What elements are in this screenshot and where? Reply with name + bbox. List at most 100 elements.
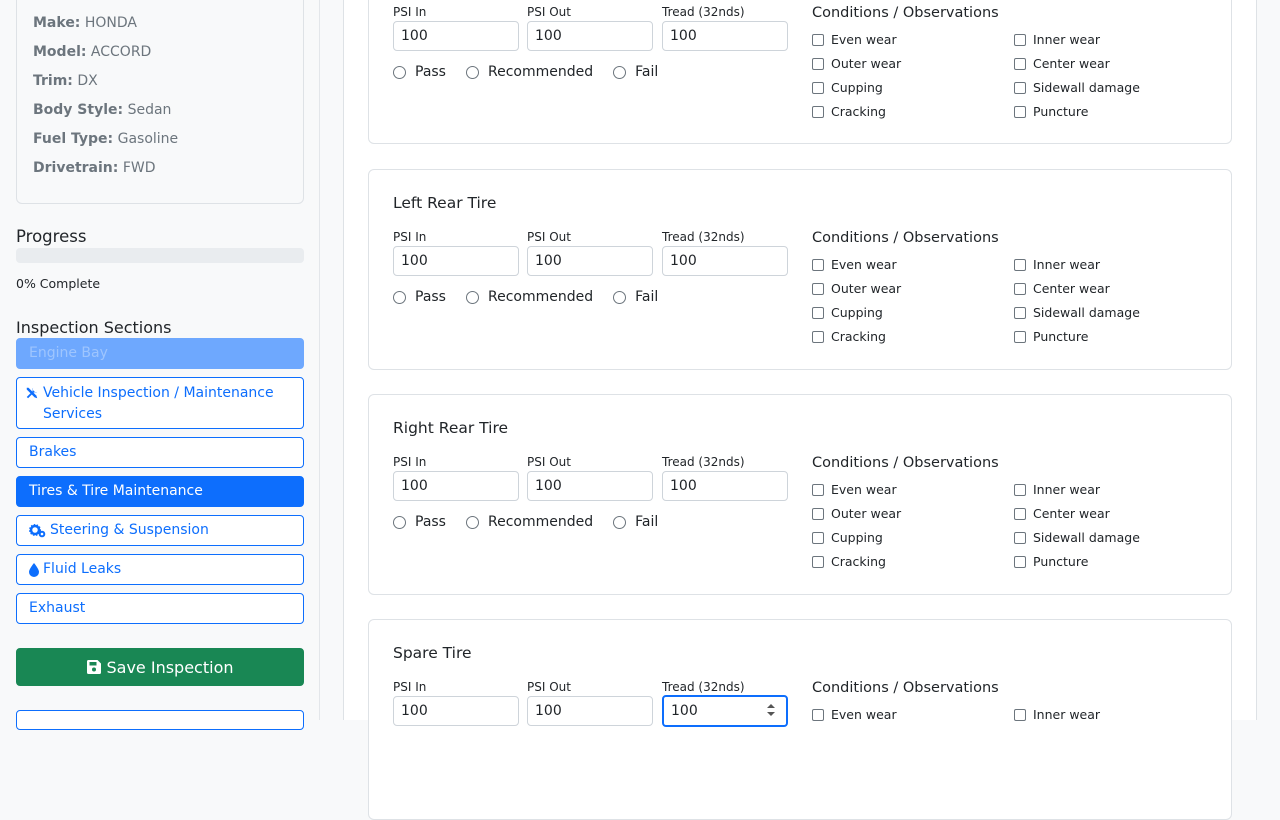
checkbox-label: Sidewall damage xyxy=(1033,80,1140,95)
body-label: Body Style: xyxy=(33,102,124,118)
checkbox-box xyxy=(812,330,824,343)
recommended-label: Recommended xyxy=(487,289,594,305)
checkbox-label: Cupping xyxy=(831,305,883,320)
make-label: Make: xyxy=(33,15,81,31)
section-fluid-leaks[interactable]: Fluid Leaks xyxy=(16,554,304,585)
psi-out-input[interactable] xyxy=(527,696,653,726)
tread-input[interactable] xyxy=(662,471,788,501)
outer-wear-checkbox[interactable]: Outer wear xyxy=(812,281,901,296)
psi-in-input[interactable] xyxy=(393,471,519,501)
section-label: Engine Bay xyxy=(29,345,108,361)
progress-bar xyxy=(16,248,304,263)
psi-in-input[interactable] xyxy=(393,246,519,276)
vehicle-fuel-row: Fuel Type: Gasoline xyxy=(33,131,178,147)
section-exhaust[interactable]: Exhaust xyxy=(16,593,304,624)
tread-label: Tread (32nds) xyxy=(662,455,745,469)
center-wear-checkbox[interactable]: Center wear xyxy=(1014,281,1110,296)
recommended-radio[interactable]: Recommended xyxy=(465,289,594,305)
section-label: Exhaust xyxy=(29,600,86,616)
sidewall-damage-checkbox[interactable]: Sidewall damage xyxy=(1014,530,1140,545)
puncture-checkbox[interactable]: Puncture xyxy=(1014,104,1088,119)
vehicle-info-card: Make: HONDA Model: ACCORD Trim: DX Body … xyxy=(16,0,304,204)
outer-wear-checkbox[interactable]: Outer wear xyxy=(812,56,901,71)
conditions-title: Conditions / Observations xyxy=(812,680,999,696)
cracking-checkbox[interactable]: Cracking xyxy=(812,104,886,119)
radio-circle xyxy=(465,65,479,79)
psi-in-label: PSI In xyxy=(393,5,427,19)
psi-out-input[interactable] xyxy=(527,21,653,51)
checkbox-label: Cracking xyxy=(831,329,886,344)
section-tires[interactable]: Tires & Tire Maintenance xyxy=(16,476,304,507)
pass-radio[interactable]: Pass xyxy=(393,289,446,305)
cupping-checkbox[interactable]: Cupping xyxy=(812,305,883,320)
psi-out-input[interactable] xyxy=(527,246,653,276)
section-label: Brakes xyxy=(29,444,77,460)
checkbox-box xyxy=(812,105,824,118)
drive-value: FWD xyxy=(122,160,156,176)
inner-wear-checkbox[interactable]: Inner wear xyxy=(1014,257,1100,272)
recommended-label: Recommended xyxy=(487,514,594,530)
fail-radio[interactable]: Fail xyxy=(613,514,658,530)
even-wear-checkbox[interactable]: Even wear xyxy=(812,482,897,497)
checkbox-box xyxy=(1014,708,1026,721)
fail-label: Fail xyxy=(635,514,659,530)
checkbox-box xyxy=(1014,258,1026,271)
checkbox-box xyxy=(812,708,824,721)
save-inspection-button[interactable]: Save Inspection xyxy=(16,648,304,686)
psi-in-label: PSI In xyxy=(393,680,427,694)
inner-wear-checkbox[interactable]: Inner wear xyxy=(1014,482,1100,497)
inner-wear-checkbox[interactable]: Inner wear xyxy=(1014,32,1100,47)
sidewall-damage-checkbox[interactable]: Sidewall damage xyxy=(1014,80,1140,95)
psi-out-input[interactable] xyxy=(527,471,653,501)
cupping-checkbox[interactable]: Cupping xyxy=(812,530,883,545)
pass-radio[interactable]: Pass xyxy=(393,514,446,530)
fail-radio[interactable]: Fail xyxy=(613,289,658,305)
sidewall-damage-checkbox[interactable]: Sidewall damage xyxy=(1014,305,1140,320)
recommended-radio[interactable]: Recommended xyxy=(465,64,593,80)
cracking-checkbox[interactable]: Cracking xyxy=(812,329,886,344)
puncture-checkbox[interactable]: Puncture xyxy=(1014,554,1088,569)
outer-wear-checkbox[interactable]: Outer wear xyxy=(812,506,901,521)
tread-input[interactable] xyxy=(662,246,788,276)
psi-in-input[interactable] xyxy=(393,21,519,51)
save-icon xyxy=(86,660,101,674)
radio-circle xyxy=(465,515,479,529)
section-vehicle-inspection[interactable]: Vehicle Inspection / Maintenance Service… xyxy=(16,377,304,429)
recommended-radio[interactable]: Recommended xyxy=(465,514,594,530)
tools-icon xyxy=(25,386,39,400)
center-wear-checkbox[interactable]: Center wear xyxy=(1014,506,1110,521)
conditions-title: Conditions / Observations xyxy=(812,5,999,21)
checkbox-box xyxy=(1014,555,1026,568)
radio-circle xyxy=(613,290,627,304)
pass-radio[interactable]: Pass xyxy=(393,64,446,80)
section-label: Vehicle Inspection / Maintenance Service… xyxy=(43,385,274,422)
checkbox-box xyxy=(812,81,824,94)
cupping-checkbox[interactable]: Cupping xyxy=(812,80,883,95)
tire-title: Left Rear Tire xyxy=(393,194,497,212)
checkbox-box xyxy=(812,33,824,46)
fuel-label: Fuel Type: xyxy=(33,131,114,147)
tire-title: Right Rear Tire xyxy=(393,419,509,437)
section-steering-suspension[interactable]: Steering & Suspension xyxy=(16,515,304,546)
tread-label: Tread (32nds) xyxy=(662,5,745,19)
puncture-checkbox[interactable]: Puncture xyxy=(1014,329,1088,344)
drive-label: Drivetrain: xyxy=(33,160,119,176)
even-wear-checkbox[interactable]: Even wear xyxy=(812,257,897,272)
next-section-button[interactable] xyxy=(16,710,304,730)
psi-in-label: PSI In xyxy=(393,230,427,244)
section-engine-bay[interactable]: Engine Bay xyxy=(16,338,304,369)
tread-input[interactable] xyxy=(662,21,788,51)
radio-circle xyxy=(613,515,627,529)
progress-title: Progress xyxy=(16,227,87,246)
model-value: ACCORD xyxy=(90,44,152,60)
gears-icon xyxy=(29,523,46,538)
vehicle-model-row: Model: ACCORD xyxy=(33,44,151,60)
spinner-arrows-icon[interactable] xyxy=(766,701,776,719)
fail-radio[interactable]: Fail xyxy=(613,64,658,80)
center-wear-checkbox[interactable]: Center wear xyxy=(1014,56,1110,71)
checkbox-box xyxy=(812,531,824,544)
psi-in-input[interactable] xyxy=(393,696,519,726)
cracking-checkbox[interactable]: Cracking xyxy=(812,554,886,569)
section-brakes[interactable]: Brakes xyxy=(16,437,304,468)
even-wear-checkbox[interactable]: Even wear xyxy=(812,32,897,47)
